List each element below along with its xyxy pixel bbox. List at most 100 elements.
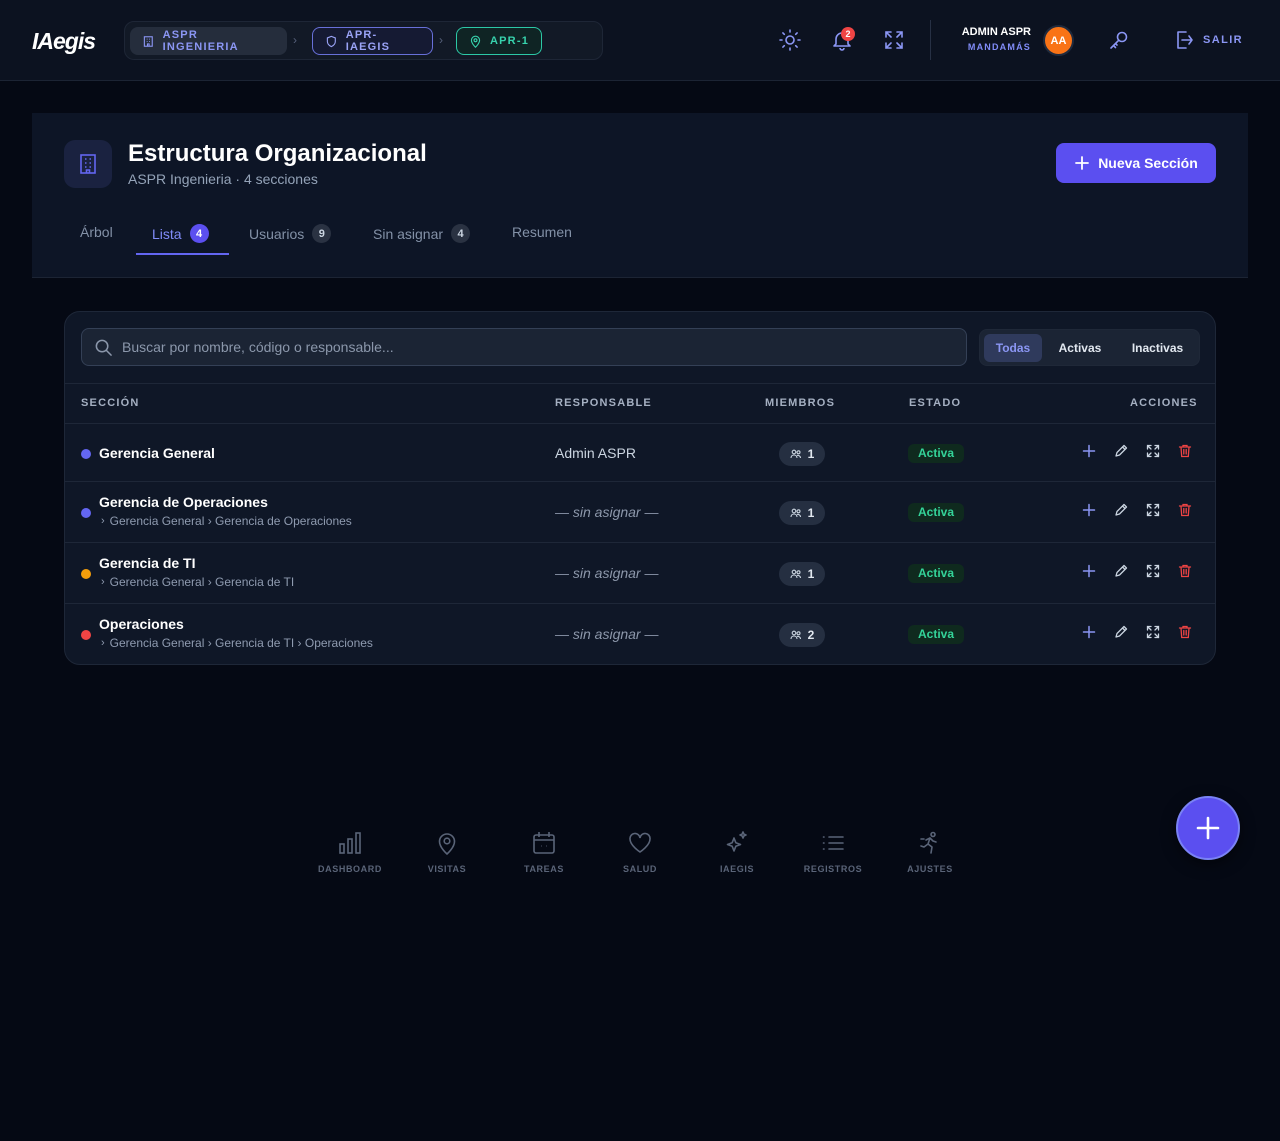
pencil-icon: [1115, 444, 1128, 457]
add-subsection-button[interactable]: [1081, 502, 1097, 518]
add-subsection-button[interactable]: [1081, 624, 1097, 640]
building-icon: [80, 154, 96, 174]
edit-button[interactable]: [1113, 502, 1129, 518]
expand-button[interactable]: [1145, 563, 1161, 579]
status-badge: Activa: [908, 624, 964, 644]
fullscreen-button[interactable]: [882, 28, 906, 52]
column-header-responsable[interactable]: RESPONSABLE: [555, 397, 652, 409]
logout-label[interactable]: SALIR: [1203, 34, 1243, 46]
users-icon: [790, 449, 801, 458]
nav-tareas[interactable]: TAREAS: [504, 830, 584, 890]
breadcrumb-project[interactable]: APR-IAEGIS: [312, 27, 433, 55]
nav-label: SALUD: [623, 864, 657, 874]
section-color-dot: [81, 507, 91, 518]
section-name[interactable]: Gerencia General: [99, 445, 215, 461]
section-name[interactable]: Operaciones: [99, 616, 184, 632]
map-pin-icon: [470, 35, 481, 48]
plus-icon: [1082, 444, 1096, 457]
nav-label: AJUSTES: [907, 864, 953, 874]
section-name[interactable]: Gerencia de TI: [99, 555, 195, 571]
section-color-dot: [81, 568, 91, 579]
responsable-value: — sin asignar —: [555, 564, 659, 581]
tab-label: Resumen: [512, 224, 572, 240]
breadcrumb-label: APR-1: [490, 35, 530, 47]
user-name: ADMIN ASPR: [961, 26, 1031, 38]
breadcrumb: ASPR INGENIERIA › APR-IAEGIS › APR-1: [124, 21, 603, 60]
nav-registros[interactable]: REGISTROS: [793, 830, 873, 890]
nav-dashboard[interactable]: DASHBOARD: [310, 830, 390, 890]
user-role: MANDAMÁS: [967, 42, 1031, 52]
section-path: › Gerencia General › Gerencia de TI › Ope…: [101, 636, 373, 650]
chevron-right-icon: ›: [101, 637, 105, 649]
avatar[interactable]: AA: [1043, 25, 1074, 56]
table-row[interactable]: Gerencia de Operaciones › Gerencia General…: [65, 482, 1215, 543]
trash-icon: [1178, 503, 1192, 516]
delete-button[interactable]: [1177, 624, 1193, 640]
table-row[interactable]: Operaciones › Gerencia General › Gerencia …: [65, 604, 1215, 664]
delete-button[interactable]: [1177, 502, 1193, 518]
nav-visitas[interactable]: VISITAS: [407, 830, 487, 890]
edit-button[interactable]: [1113, 563, 1129, 579]
nav-ajustes[interactable]: AJUSTES: [890, 830, 970, 890]
expand-icon: [1146, 564, 1160, 577]
logout-button[interactable]: [1172, 28, 1196, 52]
expand-icon: [1146, 444, 1160, 457]
tab-count-badge: 9: [312, 224, 332, 243]
table-header: SECCIÓN RESPONSABLE MIEMBROS ESTADO ACCI…: [65, 383, 1215, 424]
breadcrumb-site[interactable]: APR-1: [456, 27, 542, 55]
responsable-value: — sin asignar —: [555, 503, 659, 520]
heart-icon: [629, 832, 651, 853]
tab-usuarios[interactable]: Usuarios 9: [249, 224, 332, 243]
section-name[interactable]: Gerencia de Operaciones: [99, 494, 268, 510]
theme-toggle-button[interactable]: [778, 28, 802, 52]
expand-button[interactable]: [1145, 624, 1161, 640]
column-header-acciones: ACCIONES: [1130, 397, 1198, 409]
expand-button[interactable]: [1145, 443, 1161, 459]
add-subsection-button[interactable]: [1081, 443, 1097, 459]
breadcrumb-separator-icon: ›: [439, 33, 443, 47]
members-badge: 1: [779, 561, 825, 586]
delete-button[interactable]: [1177, 443, 1193, 459]
password-button[interactable]: [1107, 28, 1131, 52]
add-subsection-button[interactable]: [1081, 563, 1097, 579]
page-header: Estructura Organizacional ASPR Ingenieri…: [32, 113, 1248, 278]
expand-button[interactable]: [1145, 502, 1161, 518]
sun-icon: [779, 29, 801, 51]
column-header-seccion[interactable]: SECCIÓN: [81, 397, 140, 409]
tab-resumen[interactable]: Resumen: [512, 224, 572, 240]
nav-iaegis[interactable]: IAEGIS: [697, 830, 777, 890]
breadcrumb-label: APR-IAEGIS: [345, 29, 391, 53]
building-icon: [143, 35, 153, 47]
tab-arbol[interactable]: Árbol: [80, 224, 113, 240]
nav-salud[interactable]: SALUD: [600, 830, 680, 890]
plus-icon: [1082, 564, 1096, 577]
filter-activas-button[interactable]: Activas: [1046, 334, 1114, 362]
column-header-estado[interactable]: ESTADO: [909, 397, 961, 409]
app-logo[interactable]: IAegis: [32, 28, 96, 55]
tab-lista[interactable]: Lista 4: [152, 224, 209, 243]
members-count: 2: [807, 627, 815, 642]
filter-todas-button[interactable]: Todas: [984, 334, 1042, 362]
floating-add-button[interactable]: [1176, 796, 1240, 860]
status-badge: Activa: [908, 563, 964, 583]
nav-label: TAREAS: [524, 864, 564, 874]
tab-sin-asignar[interactable]: Sin asignar 4: [373, 224, 471, 243]
edit-button[interactable]: [1113, 624, 1129, 640]
table-row[interactable]: Gerencia General Admin ASPR 1 Activa: [65, 425, 1215, 482]
edit-button[interactable]: [1113, 443, 1129, 459]
top-bar: IAegis ASPR INGENIERIA › APR-IAEGIS › AP…: [0, 0, 1280, 81]
column-header-miembros[interactable]: MIEMBROS: [765, 397, 835, 409]
delete-button[interactable]: [1177, 563, 1193, 579]
pencil-icon: [1115, 625, 1128, 638]
status-badge: Activa: [908, 502, 964, 522]
search-icon: [95, 339, 112, 356]
new-section-button[interactable]: Nueva Sección: [1056, 143, 1216, 183]
breadcrumb-company[interactable]: ASPR INGENIERIA: [130, 27, 287, 55]
nav-label: DASHBOARD: [318, 864, 382, 874]
sparkles-icon: [726, 831, 747, 852]
filter-inactivas-button[interactable]: Inactivas: [1118, 334, 1197, 362]
plus-icon: [1082, 503, 1096, 516]
table-row[interactable]: Gerencia de TI › Gerencia General › Gerenc…: [65, 543, 1215, 604]
search-input[interactable]: [122, 329, 952, 365]
page-icon: [64, 140, 112, 188]
